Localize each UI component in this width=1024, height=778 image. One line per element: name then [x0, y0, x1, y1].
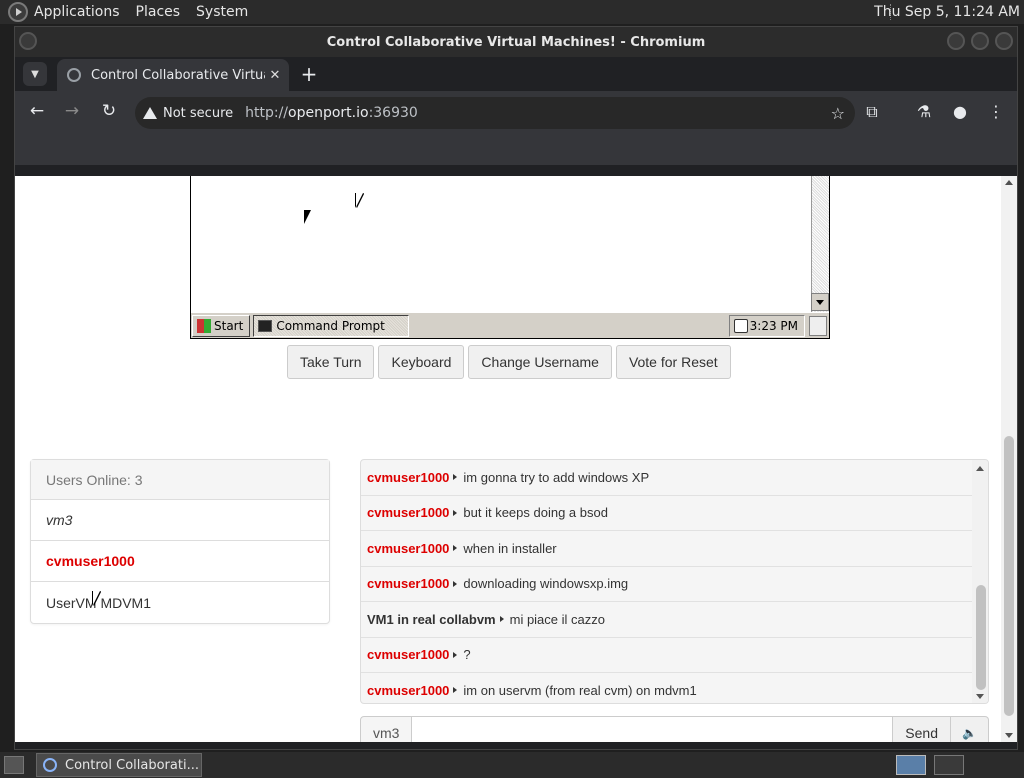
vm-tray-clock: 3:23 PM	[749, 318, 798, 333]
arrow-right-icon	[453, 545, 458, 552]
change-username-button[interactable]: Change Username	[468, 345, 612, 379]
address-bar[interactable]: Not secure http://openport.io:36930 ☆	[135, 97, 855, 129]
command-prompt-icon	[258, 319, 273, 332]
arrow-right-icon	[453, 474, 458, 481]
chat-message: cvmuser1000 im gonna try to add windows X…	[361, 460, 972, 496]
vm-controls: Take Turn Keyboard Change Username Vote …	[287, 345, 731, 379]
vm-tray-notify-icon[interactable]	[809, 315, 827, 336]
tab-strip: ▼ Control Collaborative Virtual ✕ +	[15, 57, 1017, 91]
take-turn-button[interactable]: Take Turn	[287, 345, 375, 379]
windows-flag-icon	[197, 318, 211, 333]
arrow-right-icon	[453, 509, 458, 516]
menu-system[interactable]: System	[196, 4, 248, 20]
tab-search-chevron-icon[interactable]: ▼	[23, 62, 47, 86]
arrow-right-icon	[453, 651, 458, 658]
browser-toolbar: ← → ↻ Not secure http://openport.io:3693…	[15, 91, 1017, 135]
user-list-item[interactable]: UserVM MDVM1	[31, 582, 329, 623]
security-chip[interactable]: Not secure	[143, 106, 245, 121]
tab-collabvm[interactable]: Control Collaborative Virtual ✕	[57, 59, 289, 91]
distro-logo-icon[interactable]	[8, 2, 28, 22]
vm-mouse-cursor-icon	[304, 210, 317, 224]
chromium-icon	[43, 758, 57, 772]
kebab-menu-icon[interactable]: ⋮	[985, 102, 1007, 121]
chat-message: cvmuser1000 but it keeps doing a bsod	[361, 496, 972, 531]
vm-start-label: Start	[214, 318, 244, 333]
user-list-item[interactable]: vm3	[31, 500, 329, 541]
extensions-puzzle-icon[interactable]: ⧉	[861, 102, 883, 122]
browser-window: Control Collaborative Virtual Machines! …	[14, 26, 1018, 750]
chat-input[interactable]	[412, 716, 893, 742]
arrow-right-icon	[499, 616, 504, 623]
panel-clock[interactable]: Thu Sep 5, 11:24 AM	[874, 4, 1020, 20]
taskbar-chromium-button[interactable]: Control Collaborati...	[36, 753, 202, 777]
forward-arrow-icon[interactable]: →	[60, 101, 84, 121]
labs-flask-icon[interactable]: ⚗	[913, 102, 935, 121]
new-tab-button[interactable]: +	[297, 62, 321, 86]
bottom-panel: Control Collaborati...	[0, 752, 1024, 778]
volume-icon[interactable]: 🔈	[951, 716, 989, 742]
tab-favicon-icon	[67, 68, 81, 82]
vm-start-button[interactable]: Start	[192, 314, 251, 337]
chat-scrollbar[interactable]	[972, 460, 988, 703]
bookmark-star-icon[interactable]: ☆	[831, 104, 845, 123]
remote-user-cursor-icon	[356, 193, 369, 207]
users-online-header: Users Online: 3	[31, 460, 329, 500]
window-title: Control Collaborative Virtual Machines! …	[326, 34, 706, 50]
vm-task-command-prompt[interactable]: Command Prompt	[253, 314, 410, 337]
minimize-icon[interactable]	[947, 32, 965, 50]
url-text[interactable]: http://openport.io:36930	[245, 105, 418, 121]
vm-system-tray: 3:23 PM	[729, 314, 805, 337]
reload-icon[interactable]: ↻	[97, 101, 121, 121]
chat-scroll-thumb[interactable]	[976, 585, 986, 690]
window-titlebar[interactable]: Control Collaborative Virtual Machines! …	[15, 27, 1017, 57]
tab-title: Control Collaborative Virtual	[91, 67, 265, 83]
warning-triangle-icon	[143, 107, 157, 119]
show-desktop-icon[interactable]	[4, 756, 24, 774]
vm-display[interactable]: Start Command Prompt 3:23 PM	[190, 176, 830, 339]
back-arrow-icon[interactable]: ←	[25, 101, 49, 121]
bookmarks-bar	[15, 135, 1017, 165]
menu-places[interactable]: Places	[136, 4, 181, 20]
page-scroll-thumb[interactable]	[1004, 436, 1014, 716]
vm-window-scrollbar[interactable]	[811, 176, 829, 312]
chat-input-group: vm3 Send 🔈	[360, 716, 989, 742]
scroll-up-icon[interactable]	[976, 466, 984, 471]
taskbar-task-label: Control Collaborati...	[65, 757, 199, 773]
scroll-down-icon[interactable]	[976, 694, 984, 699]
chat-messages: cvmuser1000 im gonna try to add windows X…	[361, 460, 972, 703]
chat-message: cvmuser1000 downloading windowsxp.img	[361, 567, 972, 602]
workspace-2-icon[interactable]	[934, 755, 964, 775]
vm-taskbar: Start Command Prompt 3:23 PM	[191, 312, 829, 338]
vm-task-label: Command Prompt	[276, 318, 385, 333]
window-menu-icon[interactable]	[19, 32, 37, 50]
collabvm-page: Start Command Prompt 3:23 PM Take Turn K…	[15, 176, 1003, 742]
tray-volume-icon[interactable]	[734, 318, 748, 333]
maximize-icon[interactable]	[971, 32, 989, 50]
close-window-icon[interactable]	[995, 32, 1013, 50]
chat-log[interactable]: cvmuser1000 im gonna try to add windows X…	[360, 459, 989, 704]
not-secure-label: Not secure	[163, 105, 234, 121]
page-scroll-up-icon[interactable]	[1005, 180, 1013, 185]
vm-scroll-down-icon[interactable]	[811, 293, 829, 311]
page-scroll-down-icon[interactable]	[1005, 733, 1013, 738]
chat-message: cvmuser1000 im on uservm (from real cvm) …	[361, 673, 972, 703]
chat-message: cvmuser1000 when in installer	[361, 531, 972, 567]
user-list-item[interactable]: cvmuser1000	[31, 541, 329, 582]
chat-username-addon: vm3	[360, 716, 413, 742]
chat-message: cvmuser1000?	[361, 638, 972, 673]
keyboard-button[interactable]: Keyboard	[378, 345, 465, 379]
page-scrollbar[interactable]	[1001, 176, 1017, 742]
mouse-pointer-icon	[93, 591, 106, 605]
arrow-right-icon	[453, 580, 458, 587]
users-online-panel: Users Online: 3 vm3 cvmuser1000 UserVM M…	[30, 459, 330, 624]
send-button[interactable]: Send	[892, 716, 951, 742]
workspace-1-icon[interactable]	[896, 755, 926, 775]
arrow-right-icon	[453, 687, 458, 694]
profile-avatar-icon[interactable]: ●	[949, 102, 971, 121]
chat-message: VM1 in real collabvm mi piace il cazzo	[361, 602, 972, 638]
vote-reset-button[interactable]: Vote for Reset	[615, 345, 731, 379]
menu-applications[interactable]: Applications	[34, 4, 120, 20]
tab-close-icon[interactable]: ✕	[265, 68, 285, 83]
top-panel: Applications Places System Thu Sep 5, 11…	[0, 0, 1024, 24]
